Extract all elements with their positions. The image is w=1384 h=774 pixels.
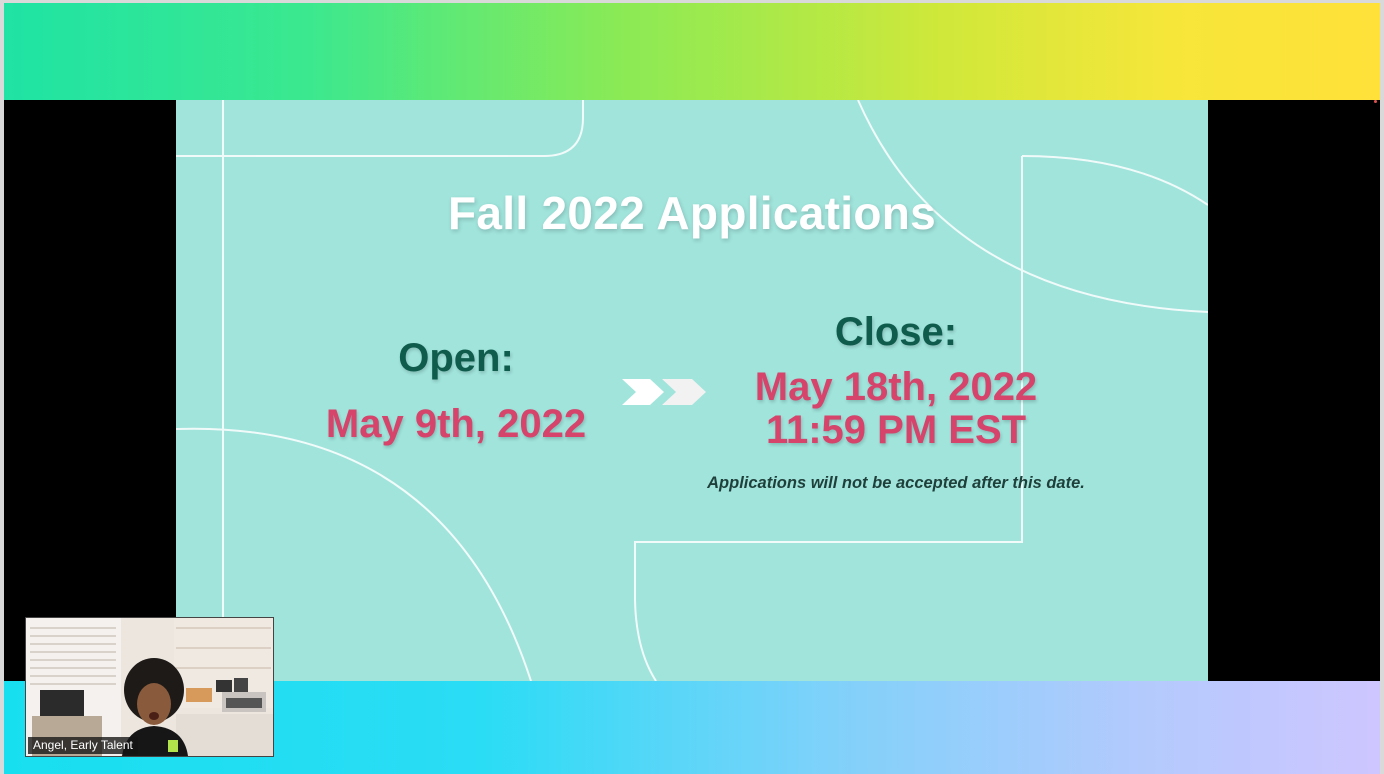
edge-indicator [1374,100,1377,103]
slide-title: Fall 2022 Applications [447,187,937,239]
double-chevron-right-icon [622,379,706,405]
open-date: May 9th, 2022 [325,402,587,446]
shared-slide: Fall 2022 Applications Open: May 9th, 20… [176,100,1208,681]
letterbox-right [1208,100,1380,681]
participant-video-frame [26,618,273,756]
close-date: May 18th, 2022 [754,365,1038,409]
participant-name-label: Angel, Early Talent [28,737,138,754]
participant-video-tile[interactable]: Angel, Early Talent [25,617,274,757]
letterbox-left [4,100,176,681]
close-time: 11:59 PM EST [765,408,1027,452]
deadline-note: Applications will not be accepted after … [707,474,1085,492]
open-label: Open: [398,336,514,380]
top-gradient-band [4,3,1380,100]
close-label: Close: [834,310,958,354]
meeting-window: Fall 2022 Applications Open: May 9th, 20… [4,3,1380,774]
